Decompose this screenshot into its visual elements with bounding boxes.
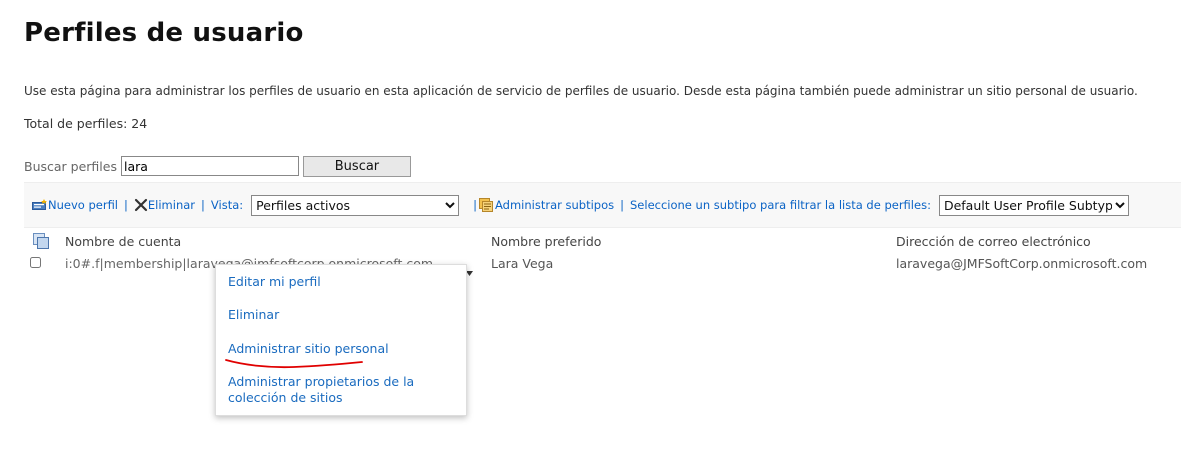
menu-item-delete[interactable]: Eliminar bbox=[228, 307, 279, 323]
page-description: Use esta página para administrar los per… bbox=[24, 84, 1138, 98]
toolbar-separator: | bbox=[473, 198, 477, 212]
new-profile-label: Nuevo perfil bbox=[48, 198, 119, 212]
profiles-table: Nombre de cuenta Nombre preferido Direcc… bbox=[24, 232, 1181, 276]
header-preferred-name[interactable]: Nombre preferido bbox=[491, 234, 601, 249]
row-preferred-name: Lara Vega bbox=[491, 256, 554, 271]
search-row: Buscar perfiles Buscar bbox=[24, 155, 411, 177]
toolbar-separator: | bbox=[124, 198, 128, 212]
view-select[interactable]: Perfiles activos bbox=[251, 194, 460, 216]
context-menu: Editar mi perfil Eliminar Administrar si… bbox=[215, 264, 467, 416]
header-account-name[interactable]: Nombre de cuenta bbox=[65, 234, 181, 249]
total-profiles-count: 24 bbox=[131, 116, 148, 131]
search-label: Buscar perfiles bbox=[24, 158, 117, 174]
subtype-filter-label: Seleccione un subtipo para filtrar la li… bbox=[630, 198, 931, 212]
menu-item-edit-profile[interactable]: Editar mi perfil bbox=[228, 274, 321, 290]
menu-item-manage-site-collection-owners[interactable]: Administrar propietarios de la colección… bbox=[228, 374, 456, 406]
toolbar: Nuevo perfil | Eliminar | Vista: Perfile… bbox=[24, 182, 1181, 228]
delete-label: Eliminar bbox=[147, 198, 196, 212]
manage-subtypes-link[interactable]: Administrar subtipos bbox=[479, 198, 614, 212]
toolbar-separator: | bbox=[201, 198, 205, 212]
row-email: laravega@JMFSoftCorp.onmicrosoft.com bbox=[896, 256, 1148, 271]
search-button[interactable]: Buscar bbox=[302, 155, 411, 177]
delete-x-icon bbox=[134, 198, 148, 212]
manage-subtypes-label: Administrar subtipos bbox=[495, 198, 615, 212]
total-profiles-label: Total de perfiles: bbox=[24, 116, 128, 131]
row-checkbox[interactable] bbox=[30, 257, 41, 268]
dropdown-arrow-icon[interactable] bbox=[466, 262, 474, 281]
subtype-select[interactable]: Default User Profile Subtype bbox=[938, 194, 1129, 216]
toolbar-separator: | bbox=[620, 198, 624, 212]
new-profile-link[interactable]: Nuevo perfil bbox=[32, 198, 118, 212]
new-profile-icon bbox=[32, 199, 48, 211]
page-title: Perfiles de usuario bbox=[24, 18, 304, 48]
select-all-icon[interactable] bbox=[33, 233, 50, 249]
search-input[interactable] bbox=[120, 156, 299, 176]
view-label: Vista: bbox=[210, 198, 244, 212]
table-row: i:0#.f|membership|laravega@jmfsoftcorp.o… bbox=[24, 254, 1181, 276]
table-header-row: Nombre de cuenta Nombre preferido Direcc… bbox=[24, 232, 1181, 254]
manage-subtypes-icon bbox=[479, 198, 495, 212]
header-email[interactable]: Dirección de correo electrónico bbox=[896, 234, 1091, 249]
red-underline-annotation bbox=[225, 359, 363, 369]
delete-link[interactable]: Eliminar bbox=[134, 198, 195, 212]
total-profiles: Total de perfiles: 24 bbox=[24, 116, 147, 131]
menu-item-manage-personal-site[interactable]: Administrar sitio personal bbox=[228, 341, 389, 357]
